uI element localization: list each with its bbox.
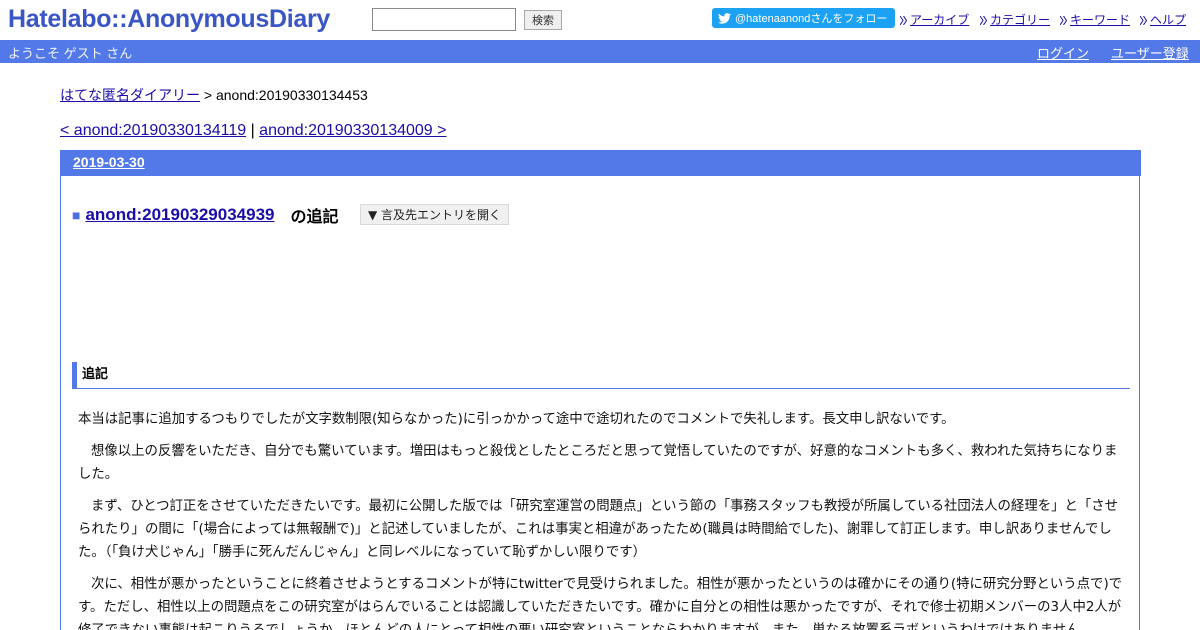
twitter-follow-button[interactable]: @hatenaanondさんをフォロー [712, 8, 895, 28]
day-header: 2019-03-30 [61, 150, 1141, 176]
twitter-bird-icon [718, 12, 731, 24]
day-entry: 2019-03-30 ■ anond:20190329034939 の追記 ▼ … [60, 150, 1141, 630]
day-date-link[interactable]: 2019-03-30 [73, 154, 145, 170]
paragraph: まず、ひとつ訂正をさせていただきたいです。最初に公開した版では「研究室運営の問題… [78, 499, 1119, 560]
breadcrumb-home-link[interactable]: はてな匿名ダイアリー [60, 87, 200, 103]
prev-entry-link[interactable]: < anond:20190330134119 [60, 122, 246, 139]
login-link[interactable]: ログイン [1037, 43, 1089, 62]
register-link[interactable]: ユーザー登録 [1111, 43, 1189, 62]
breadcrumb: はてな匿名ダイアリー > anond:20190330134453 [60, 85, 368, 105]
category-link[interactable]: カテゴリー [990, 13, 1050, 27]
archive-link[interactable]: アーカイブ [910, 13, 969, 27]
site-logo[interactable]: Hatelabo::AnonymousDiary [8, 5, 330, 34]
subheading: 追記 [72, 362, 1130, 389]
keyword-link[interactable]: キーワード [1070, 13, 1130, 27]
double-chevron-icon [1140, 16, 1147, 25]
breadcrumb-separator: > [200, 87, 216, 103]
breadcrumb-current: anond:20190330134453 [215, 87, 368, 103]
welcome-text: ようこそ ゲスト さん [8, 46, 133, 61]
double-chevron-icon [900, 16, 907, 25]
section-link[interactable]: anond:20190329034939 [85, 205, 274, 225]
section-suffix: の追記 [290, 209, 339, 226]
section-square-icon: ■ [72, 207, 81, 223]
paragraph: 想像以上の反響をいただき、自分でも驚いています。増田はもっと殺伐としたところだと… [78, 444, 1118, 482]
nav-link-archive[interactable]: アーカイブ [900, 11, 969, 28]
section-title: ■ anond:20190329034939 の追記 [72, 203, 339, 227]
follow-label: @hatenaanondさんをフォロー [735, 13, 888, 25]
nav-link-keyword[interactable]: キーワード [1060, 11, 1130, 28]
search-input[interactable] [372, 8, 516, 31]
next-entry-link[interactable]: anond:20190330134009 > [259, 122, 446, 139]
paragraph: 次に、相性が悪かったということに終着させようとするコメントが特にtwitterで… [78, 577, 1123, 630]
prev-next-separator: | [246, 122, 260, 139]
user-bar: ようこそ ゲスト さん ログイン ユーザー登録 [0, 40, 1200, 63]
prev-next-nav: < anond:20190330134119 | anond:201903301… [60, 122, 446, 140]
double-chevron-icon [1060, 16, 1067, 25]
nav-link-category[interactable]: カテゴリー [980, 11, 1050, 28]
search-button[interactable]: 検索 [524, 10, 562, 30]
paragraph: 本当は記事に追加するつもりでしたが文字数制限(知らなかった)に引っかかって途中で… [78, 412, 955, 427]
help-link[interactable]: ヘルプ [1150, 13, 1186, 27]
global-header: Hatelabo::AnonymousDiary 検索 @hatenaanond… [0, 0, 1200, 40]
entry-body: 本当は記事に追加するつもりでしたが文字数制限(知らなかった)に引っかかって途中で… [78, 408, 1130, 630]
double-chevron-icon [980, 16, 987, 25]
nav-link-help[interactable]: ヘルプ [1140, 11, 1186, 28]
open-refs-button[interactable]: ▼ 言及先エントリを開く [360, 204, 510, 225]
